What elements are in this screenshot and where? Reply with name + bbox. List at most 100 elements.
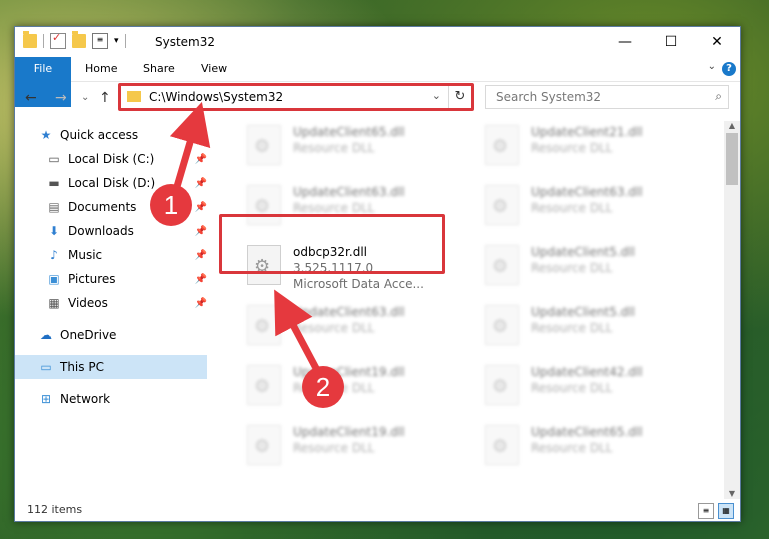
pin-icon[interactable]: 📌	[195, 202, 207, 213]
file-item[interactable]: UpdateClient63.dll Resource DLL	[477, 181, 697, 231]
pin-icon[interactable]: 📌	[195, 298, 207, 309]
folder-icon[interactable]	[23, 31, 37, 48]
sidebar-item-label: Local Disk (C:)	[68, 152, 155, 166]
ribbon-tabs: File Home Share View ⌄ ?	[15, 57, 740, 107]
file-type: Resource DLL	[293, 141, 375, 155]
cloud-icon: ☁	[40, 328, 52, 342]
sidebar-item-network[interactable]: ⊞ Network	[15, 387, 207, 411]
large-icons-view-icon[interactable]: ▦	[718, 503, 734, 519]
window-title: System32	[155, 35, 216, 49]
file-item[interactable]: UpdateClient65.dll Resource DLL	[477, 421, 697, 471]
dll-file-icon	[485, 125, 519, 165]
sidebar-item-videos[interactable]: ▦ Videos 📌	[15, 291, 207, 315]
search-input[interactable]: Search System32	[496, 90, 601, 104]
pc-icon: ▭	[40, 360, 52, 374]
file-item[interactable]: UpdateClient5.dll Resource DLL	[477, 301, 697, 351]
file-item[interactable]: UpdateClient5.dll Resource DLL	[477, 241, 697, 291]
expand-ribbon-icon[interactable]: ⌄	[708, 61, 716, 72]
file-name: UpdateClient21.dll	[531, 125, 643, 139]
forward-button[interactable]: →	[55, 90, 67, 106]
file-item[interactable]: UpdateClient21.dll Resource DLL	[477, 121, 697, 171]
status-bar: 112 items ≡ ▦	[15, 499, 740, 521]
file-item[interactable]: UpdateClient63.dll Resource DLL	[239, 301, 459, 351]
sidebar-item-label: Pictures	[68, 272, 116, 286]
divider	[43, 34, 44, 48]
pin-icon[interactable]: 📌	[195, 154, 207, 165]
file-type: Resource DLL	[531, 381, 613, 395]
sidebar-item-pictures[interactable]: ▣ Pictures 📌	[15, 267, 207, 291]
pin-icon[interactable]: 📌	[195, 274, 207, 285]
back-button[interactable]: ←	[25, 90, 37, 106]
disk-icon: ▭	[48, 152, 60, 166]
download-icon: ⬇	[48, 224, 60, 238]
pin-icon[interactable]: 📌	[195, 226, 207, 237]
file-type: Resource DLL	[531, 141, 613, 155]
help-icon[interactable]: ?	[722, 62, 736, 76]
file-name: UpdateClient19.dll	[293, 425, 405, 439]
dll-file-icon	[247, 365, 281, 405]
search-icon[interactable]: ⌕	[715, 89, 722, 104]
file-type: Resource DLL	[531, 321, 613, 335]
recent-locations-button[interactable]: ⌄	[81, 92, 89, 103]
scroll-up-icon[interactable]: ▲	[724, 121, 740, 133]
details-view-icon[interactable]: ≡	[698, 503, 714, 519]
sidebar-item-quick-access[interactable]: ★ Quick access	[15, 123, 207, 147]
properties-icon[interactable]	[50, 31, 66, 49]
close-button[interactable]: ✕	[694, 27, 740, 57]
file-name: UpdateClient42.dll	[531, 365, 643, 379]
divider	[124, 34, 126, 48]
file-name: UpdateClient63.dll	[293, 305, 405, 319]
file-highlight-box	[219, 214, 445, 274]
quick-access-toolbar: ≡ ▾	[23, 31, 126, 49]
sidebar-item-label: This PC	[60, 360, 104, 374]
file-type: Resource DLL	[293, 441, 375, 455]
sidebar-item-label: Network	[60, 392, 111, 406]
file-name: UpdateClient65.dll	[531, 425, 643, 439]
tab-view[interactable]: View	[187, 57, 241, 81]
navigation-pane: ★ Quick access ▭ Local Disk (C:) 📌 ▬ Loc…	[15, 121, 207, 481]
file-name: UpdateClient63.dll	[531, 185, 643, 199]
navigation-bar: ← → ⌄ ↑ C:\Windows\System32 ⌄ ↻ Search S…	[15, 81, 740, 117]
search-box[interactable]: Search System32 ⌕	[485, 85, 729, 109]
sidebar-item-local-disk-c[interactable]: ▭ Local Disk (C:) 📌	[15, 147, 207, 171]
sidebar-item-label: Downloads	[68, 224, 134, 238]
star-icon: ★	[40, 128, 52, 142]
file-name: UpdateClient65.dll	[293, 125, 405, 139]
music-icon: ♪	[50, 248, 58, 262]
file-type: Resource DLL	[293, 321, 375, 335]
file-list: UpdateClient65.dll Resource DLL UpdateCl…	[209, 121, 724, 501]
qat-dropdown-icon[interactable]: ▾	[114, 36, 119, 46]
vertical-scrollbar[interactable]: ▲ ▼	[724, 121, 740, 501]
step-2-badge: 2	[302, 366, 344, 408]
new-folder-icon[interactable]	[72, 31, 86, 48]
up-button[interactable]: ↑	[99, 90, 111, 106]
scroll-thumb[interactable]	[726, 133, 738, 185]
maximize-button[interactable]: ☐	[648, 27, 694, 57]
pin-icon[interactable]: 📌	[195, 250, 207, 261]
file-name: UpdateClient63.dll	[293, 185, 405, 199]
file-item[interactable]: UpdateClient19.dll Resource DLL	[239, 421, 459, 471]
customize-icon[interactable]: ≡	[92, 33, 108, 49]
file-item[interactable]: UpdateClient19.dll Resource DLL	[239, 361, 459, 411]
sidebar-item-this-pc[interactable]: ▭ This PC	[15, 355, 207, 379]
tab-share[interactable]: Share	[129, 57, 189, 81]
item-count: 112 items	[27, 503, 83, 516]
sidebar-item-onedrive[interactable]: ☁ OneDrive	[15, 323, 207, 347]
file-item[interactable]: UpdateClient42.dll Resource DLL	[477, 361, 697, 411]
file-type: Resource DLL	[531, 441, 613, 455]
pin-icon[interactable]: 📌	[195, 178, 207, 189]
sidebar-item-label: Music	[68, 248, 103, 262]
tab-home[interactable]: Home	[71, 57, 131, 81]
disk-icon: ▬	[48, 176, 60, 190]
file-name: UpdateClient5.dll	[531, 245, 635, 259]
file-description: Microsoft Data Acce...	[293, 277, 424, 291]
minimize-button[interactable]: —	[602, 27, 648, 57]
sidebar-item-label: Quick access	[60, 128, 139, 142]
network-icon: ⊞	[40, 392, 52, 406]
sidebar-item-music[interactable]: ♪ Music 📌	[15, 243, 207, 267]
file-item[interactable]: UpdateClient65.dll Resource DLL	[239, 121, 459, 171]
address-highlight-box	[118, 83, 474, 111]
dll-file-icon	[485, 425, 519, 465]
file-type: Resource DLL	[293, 201, 375, 215]
document-icon: ▤	[48, 200, 60, 214]
